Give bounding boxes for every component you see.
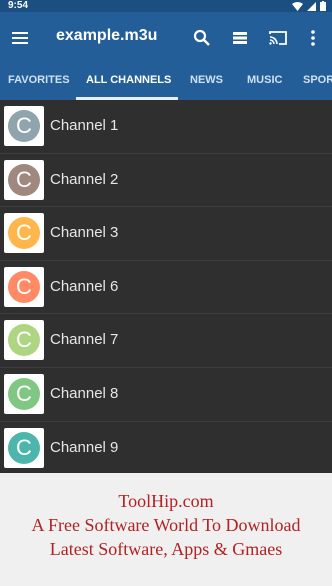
status-time: 9:54 — [8, 0, 29, 11]
channel-row[interactable]: C Channel 2 — [0, 153, 332, 208]
status-icons — [292, 1, 326, 11]
channel-name: Channel 6 — [50, 277, 119, 295]
channel-avatar: C — [8, 163, 40, 196]
channel-row[interactable]: C Channel 3 — [0, 207, 332, 261]
channel-name: Channel 2 — [50, 170, 119, 188]
channel-row[interactable]: C Channel 7 — [0, 314, 332, 368]
signal-icon — [307, 1, 316, 11]
watermark-line-2: A Free Software World To Download — [31, 515, 301, 535]
menu-icon[interactable] — [10, 28, 30, 48]
channel-logo: C — [4, 159, 44, 200]
tab-all-channels[interactable]: ALL CHANNELS — [86, 74, 171, 86]
search-icon[interactable] — [192, 28, 212, 48]
watermark-line-3: Latest Software, Apps & Gmaes — [49, 539, 283, 559]
tab-music[interactable]: MUSIC — [247, 74, 282, 86]
channel-logo: C — [4, 320, 44, 361]
channel-row[interactable]: C Channel 9 — [0, 421, 332, 476]
channel-avatar: C — [8, 270, 40, 303]
status-bar: 9:54 — [0, 0, 332, 12]
list-view-icon[interactable] — [230, 28, 250, 48]
app-title: example.m3u — [56, 27, 158, 44]
more-vert-icon[interactable] — [303, 28, 323, 48]
watermark-banner: ToolHip.com A Free Software World To Dow… — [0, 473, 332, 586]
battery-icon — [320, 1, 326, 11]
channel-logo: C — [4, 213, 44, 254]
channel-name: Channel 8 — [50, 384, 119, 402]
cast-icon[interactable] — [268, 28, 288, 48]
channel-name: Channel 7 — [50, 331, 119, 349]
channel-row[interactable]: C Channel 8 — [0, 367, 332, 422]
channel-avatar: C — [8, 217, 40, 250]
channel-logo: C — [4, 427, 44, 468]
channel-name: Channel 3 — [50, 224, 119, 242]
channel-avatar: C — [8, 431, 40, 464]
channel-logo: C — [4, 373, 44, 414]
tab-bar: FAVORITES ALL CHANNELS NEWS MUSIC SPOR — [0, 64, 332, 100]
watermark-line-1: ToolHip.com — [118, 491, 214, 511]
channel-list: C Channel 1 C Channel 2 C Channel 3 C Ch… — [0, 100, 332, 476]
tab-sports[interactable]: SPOR — [303, 74, 332, 86]
channel-avatar: C — [8, 324, 40, 357]
channel-avatar: C — [8, 110, 40, 142]
channel-row[interactable]: C Channel 1 — [0, 100, 332, 154]
channel-name: Channel 9 — [50, 438, 119, 456]
tab-favorites[interactable]: FAVORITES — [8, 74, 70, 86]
wifi-icon — [292, 1, 303, 11]
channel-name: Channel 1 — [50, 117, 119, 134]
app-bar: example.m3u — [0, 12, 332, 64]
tab-news[interactable]: NEWS — [190, 74, 223, 86]
channel-logo: C — [4, 266, 44, 307]
channel-logo: C — [4, 106, 44, 146]
channel-row[interactable]: C Channel 6 — [0, 260, 332, 315]
channel-avatar: C — [8, 377, 40, 410]
